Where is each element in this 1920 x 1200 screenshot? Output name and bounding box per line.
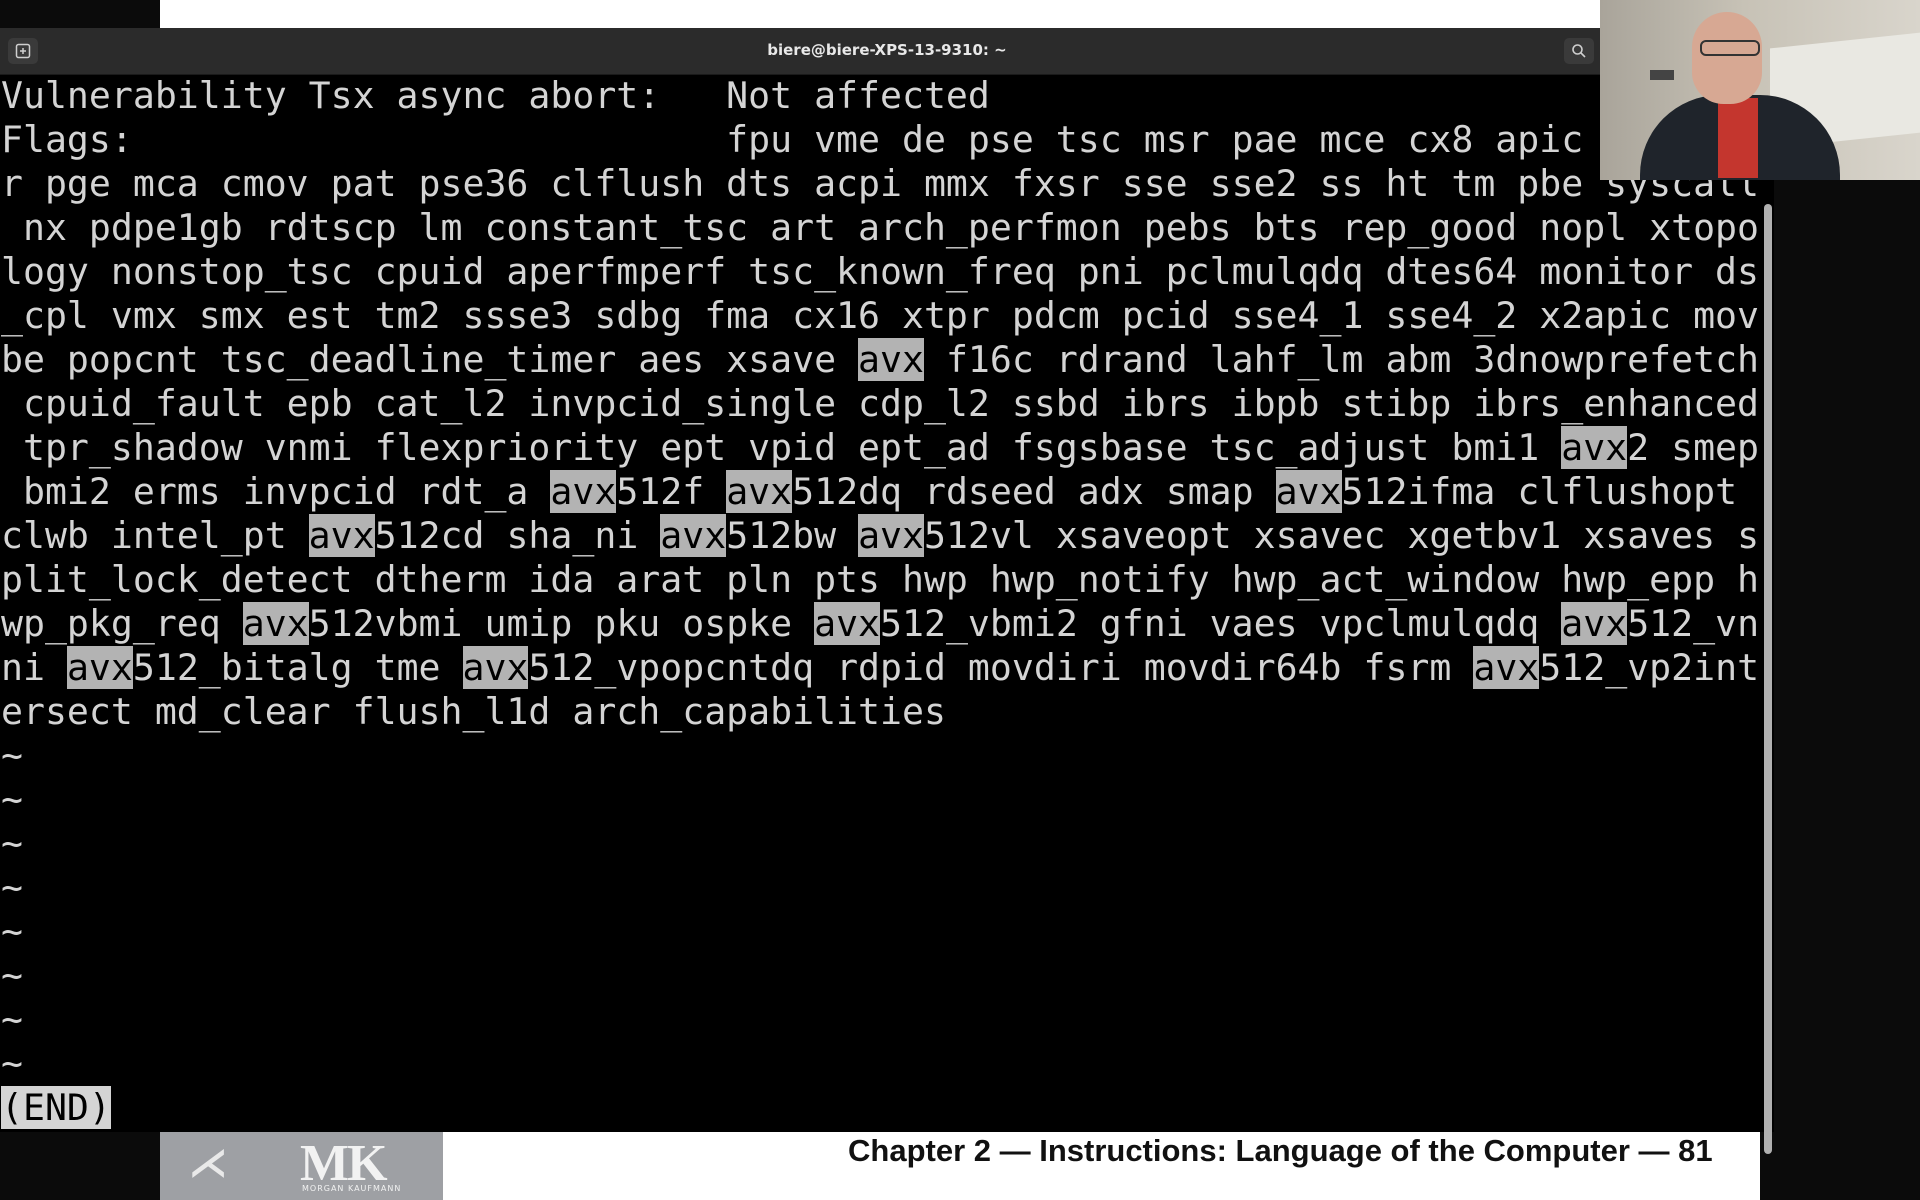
empty-line-tilde: ~: [1, 734, 23, 777]
terminal-text: 512_vpopcntdq rdpid movdiri movdir64b fs…: [528, 646, 1474, 689]
terminal-text: plit_lock_detect dtherm ida arat pln pts…: [1, 558, 1759, 601]
terminal-text: tpr_shadow vnmi flexpriority ept vpid ep…: [1, 426, 1562, 469]
terminal-line: cpuid_fault epb cat_l2 invpcid_single cd…: [0, 382, 1762, 426]
logo-mk-subtext: MORGAN KAUFMANN: [302, 1184, 402, 1193]
terminal-line: ni avx512_bitalg tme avx512_vpopcntdq rd…: [0, 646, 1762, 690]
terminal-titlebar[interactable]: biere@biere-XPS-13-9310: ~: [0, 28, 1774, 75]
terminal-text: 512cd sha_ni: [374, 514, 661, 557]
search-match-highlight: avx: [1473, 646, 1540, 689]
terminal-text: Flags: fpu vme de pse tsc msr pae mce cx…: [1, 118, 1584, 161]
empty-line-tilde: ~: [1, 954, 23, 997]
terminal-text: 512_vp2int: [1539, 646, 1760, 689]
webcam-presenter-shirt: [1718, 98, 1758, 178]
terminal-text: be popcnt tsc_deadline_timer aes xsave: [1, 338, 859, 381]
terminal-text: clwb intel_pt: [1, 514, 309, 557]
terminal-line: tpr_shadow vnmi flexpriority ept vpid ep…: [0, 426, 1762, 470]
terminal-output[interactable]: Vulnerability Tsx async abort: Not affec…: [0, 74, 1762, 1132]
terminal-text: ersect md_clear flush_l1d arch_capabilit…: [1, 690, 946, 733]
search-match-highlight: avx: [1561, 426, 1628, 469]
terminal-text: nx pdpe1gb rdtscp lm constant_tsc art ar…: [1, 206, 1759, 249]
terminal-text: 512vl xsaveopt xsavec xgetbv1 xsaves s: [924, 514, 1760, 557]
terminal-line: clwb intel_pt avx512cd sha_ni avx512bw a…: [0, 514, 1762, 558]
terminal-text: 512bw: [726, 514, 859, 557]
terminal-text: 512vbmi umip pku ospke: [308, 602, 815, 645]
terminal-line: logy nonstop_tsc cpuid aperfmperf tsc_kn…: [0, 250, 1762, 294]
terminal-line: r pge mca cmov pat pse36 clflush dts acp…: [0, 162, 1762, 206]
logo-arrow-icon: ⋌: [188, 1140, 228, 1186]
terminal-text: r pge mca cmov pat pse36 clflush dts acp…: [1, 162, 1759, 205]
search-match-highlight: avx: [1561, 602, 1628, 645]
search-match-highlight: avx: [858, 338, 924, 381]
terminal-line: be popcnt tsc_deadline_timer aes xsave a…: [0, 338, 1762, 382]
webcam-background-sign: [1650, 70, 1674, 80]
presenter-webcam: [1600, 0, 1920, 180]
terminal-text: f16c rdrand lahf_lm abm 3dnowprefetch: [923, 338, 1760, 381]
terminal-text: 512ifma clflushopt: [1341, 470, 1738, 513]
terminal-scrollbar[interactable]: [1764, 204, 1772, 1154]
terminal-text: cpuid_fault epb cat_l2 invpcid_single cd…: [1, 382, 1759, 425]
slide-top-strip: [160, 0, 1600, 30]
search-match-highlight: avx: [308, 514, 375, 557]
terminal-text: 512dq rdseed adx smap: [792, 470, 1276, 513]
pager-end-line: (END): [0, 1086, 1762, 1130]
terminal-text: 512_bitalg tme: [132, 646, 463, 689]
terminal-line: ersect md_clear flush_l1d arch_capabilit…: [0, 690, 1762, 734]
terminal-text: wp_pkg_req: [1, 602, 243, 645]
terminal-line: Vulnerability Tsx async abort: Not affec…: [0, 74, 1762, 118]
pager-end-marker: (END): [1, 1086, 111, 1129]
terminal-line: Flags: fpu vme de pse tsc msr pae mce cx…: [0, 118, 1762, 162]
search-match-highlight: avx: [858, 514, 925, 557]
empty-line-tilde: ~: [1, 822, 23, 865]
terminal-text: 512_vn: [1627, 602, 1760, 645]
empty-line-tilde: ~: [1, 910, 23, 953]
terminal-text: 2 smep: [1627, 426, 1760, 469]
terminal-text: logy nonstop_tsc cpuid aperfmperf tsc_kn…: [1, 250, 1759, 293]
terminal-text: 512f: [616, 470, 727, 513]
webcam-presenter-glasses: [1700, 40, 1760, 56]
search-match-highlight: avx: [1275, 470, 1342, 513]
search-match-highlight: avx: [814, 602, 881, 645]
terminal-text: 512_vbmi2 gfni vaes vpclmulqdq: [880, 602, 1562, 645]
terminal-window[interactable]: biere@biere-XPS-13-9310: ~ Vulnerability…: [0, 28, 1774, 1154]
search-match-highlight: avx: [66, 646, 133, 689]
terminal-text: _cpl vmx smx est tm2 ssse3 sdbg fma cx16…: [1, 294, 1759, 337]
terminal-text: Vulnerability Tsx async abort: Not affec…: [1, 74, 990, 117]
terminal-text: bmi2 erms invpcid rdt_a: [1, 470, 551, 513]
terminal-line: _cpl vmx smx est tm2 ssse3 sdbg fma cx16…: [0, 294, 1762, 338]
terminal-line: wp_pkg_req avx512vbmi umip pku ospke avx…: [0, 602, 1762, 646]
empty-line-tilde: ~: [1, 778, 23, 821]
search-match-highlight: avx: [242, 602, 309, 645]
empty-line-tilde: ~: [1, 1042, 23, 1085]
terminal-line: bmi2 erms invpcid rdt_a avx512f avx512dq…: [0, 470, 1762, 514]
empty-line-tilde: ~: [1, 866, 23, 909]
search-match-highlight: avx: [660, 514, 727, 557]
publisher-logo: ⋌ MK MORGAN KAUFMANN: [160, 1132, 443, 1200]
search-match-highlight: avx: [462, 646, 529, 689]
empty-line-tilde: ~: [1, 998, 23, 1041]
slide-footer-text: Chapter 2 — Instructions: Language of th…: [848, 1133, 1713, 1168]
terminal-text: ni: [1, 646, 67, 689]
search-icon[interactable]: [1564, 38, 1594, 64]
search-match-highlight: avx: [550, 470, 617, 513]
search-match-highlight: avx: [726, 470, 793, 513]
webcam-presenter-head: [1692, 12, 1762, 104]
window-title: biere@biere-XPS-13-9310: ~: [767, 41, 1007, 59]
terminal-line: nx pdpe1gb rdtscp lm constant_tsc art ar…: [0, 206, 1762, 250]
terminal-line: plit_lock_detect dtherm ida arat pln pts…: [0, 558, 1762, 602]
